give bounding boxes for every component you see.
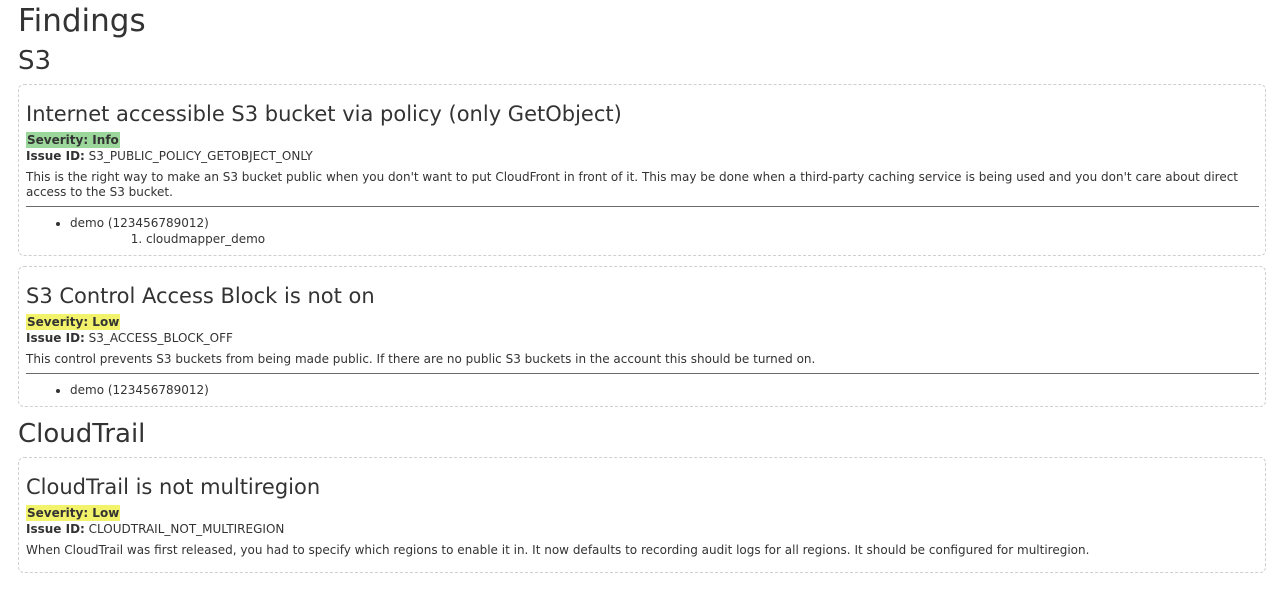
- divider: [26, 206, 1259, 207]
- finding-title: S3 Control Access Block is not on: [26, 284, 375, 308]
- finding-card: CloudTrail is not multiregion Severity: …: [18, 457, 1266, 573]
- finding-description: When CloudTrail was first released, you …: [26, 543, 1090, 557]
- resource-item: cloudmapper_demo: [146, 231, 1259, 247]
- finding-title: CloudTrail is not multiregion: [26, 475, 321, 499]
- account-item: demo (123456789012): [70, 382, 1259, 398]
- account-list: demo (123456789012): [26, 215, 1259, 231]
- issue-id-line: Issue ID: CLOUDTRAIL_NOT_MULTIREGION: [26, 521, 1259, 537]
- divider: [26, 373, 1259, 374]
- severity-badge: Severity: Low: [26, 505, 121, 521]
- account-list: demo (123456789012): [26, 382, 1259, 398]
- issue-id-value: CLOUDTRAIL_NOT_MULTIREGION: [88, 522, 285, 536]
- issue-id-line: Issue ID: S3_ACCESS_BLOCK_OFF: [26, 330, 1259, 346]
- issue-id-label: Issue ID:: [26, 149, 85, 163]
- severity-badge: Severity: Low: [26, 314, 121, 330]
- issue-id-value: S3_ACCESS_BLOCK_OFF: [88, 331, 233, 345]
- severity-badge: Severity: Info: [26, 132, 120, 148]
- issue-id-line: Issue ID: S3_PUBLIC_POLICY_GETOBJECT_ONL…: [26, 148, 1259, 164]
- issue-id-value: S3_PUBLIC_POLICY_GETOBJECT_ONLY: [88, 149, 313, 163]
- account-item: demo (123456789012): [70, 215, 1259, 231]
- finding-card: S3 Control Access Block is not on Severi…: [18, 266, 1266, 407]
- finding-description: This control prevents S3 buckets from be…: [26, 352, 816, 366]
- issue-id-label: Issue ID:: [26, 522, 85, 536]
- section-title-cloudtrail: CloudTrail: [18, 419, 146, 449]
- finding-description: This is the right way to make an S3 buck…: [26, 170, 1239, 199]
- page-title: Findings: [18, 3, 146, 39]
- finding-card: Internet accessible S3 bucket via policy…: [18, 84, 1266, 256]
- findings-page: Findings S3 Internet accessible S3 bucke…: [0, 0, 1288, 573]
- finding-title: Internet accessible S3 bucket via policy…: [26, 102, 622, 126]
- resource-list: cloudmapper_demo: [26, 231, 1259, 247]
- issue-id-label: Issue ID:: [26, 331, 85, 345]
- section-title-s3: S3: [18, 46, 52, 76]
